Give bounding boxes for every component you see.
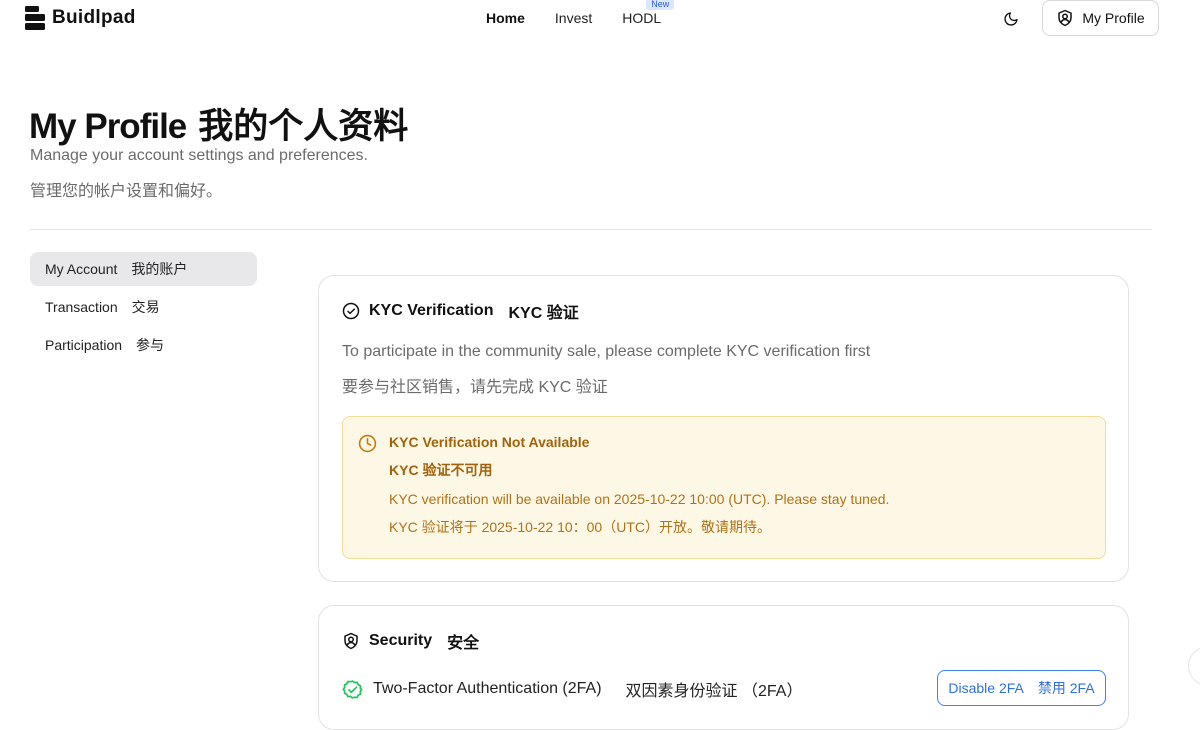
kyc-title-en: KYC Verification (369, 302, 494, 319)
security-card: Security 安全 Two-Factor Authentication (2… (318, 605, 1129, 730)
theme-toggle-button[interactable] (1001, 9, 1021, 29)
kyc-card: KYC Verification KYC 验证 To participate i… (318, 275, 1129, 582)
top-navigation-bar: Buidlpad Home Invest HODL New My Profile (0, 0, 1200, 36)
notice-title-en: KYC Verification Not Available (389, 434, 590, 450)
sidebar-item-participation[interactable]: Participation 参与 (30, 328, 257, 362)
main-nav: Home Invest HODL New (486, 0, 675, 26)
check-badge-icon (342, 302, 360, 320)
page-subtitle-zh: 管理您的帐户设置和偏好。 (30, 183, 223, 200)
page-subtitle-en: Manage your account settings and prefere… (30, 147, 368, 164)
page-title: My Profile 我的个人资料 (29, 98, 408, 149)
security-title-zh: 安全 (447, 635, 480, 652)
notice-body-zh: KYC 验证将于 2025-10-22 10：00（UTC）开放。敬请期待。 (389, 519, 771, 535)
sidebar-item-label-en: Transaction (45, 299, 118, 315)
notice-title-zh: KYC 验证不可用 (389, 462, 493, 478)
sidebar-item-label-zh: 交易 (131, 299, 160, 315)
page-title-en: My Profile (29, 107, 187, 146)
page-title-zh: 我的个人资料 (198, 107, 409, 146)
floating-action-button[interactable] (1188, 646, 1200, 686)
header-divider (30, 229, 1152, 230)
clock-icon (358, 434, 377, 453)
logo-text: Buidlpad (52, 7, 136, 28)
disable-2fa-button[interactable]: Disable 2FA 禁用 2FA (937, 670, 1106, 706)
sidebar-item-transaction[interactable]: Transaction 交易 (30, 290, 257, 324)
logo[interactable]: Buidlpad (24, 5, 136, 31)
twofa-label-en: Two-Factor Authentication (2FA) (373, 680, 602, 697)
notice-body-en: KYC verification will be available on 20… (389, 491, 890, 507)
sidebar-item-label-zh: 参与 (136, 337, 165, 353)
sidebar-item-label-zh: 我的账户 (131, 261, 188, 277)
security-title-en: Security (369, 632, 433, 649)
nav-hodl-label: HODL (622, 10, 662, 26)
my-profile-label: My Profile (1082, 10, 1145, 26)
nav-invest[interactable]: Invest (555, 10, 592, 26)
new-badge: New (646, 0, 675, 10)
sidebar-item-my-account[interactable]: My Account 我的账户 (30, 252, 257, 286)
user-shield-icon (1058, 9, 1073, 27)
buidlpad-logo-icon (25, 6, 45, 30)
twofa-row: Two-Factor Authentication (2FA) 双因素身份验证 … (342, 677, 802, 701)
kyc-unavailable-notice: KYC Verification Not Available KYC 验证不可用… (342, 416, 1106, 559)
disable-2fa-label-zh: 禁用 2FA (1037, 680, 1095, 696)
security-card-title: Security 安全 (342, 629, 479, 653)
sidebar-item-label-en: Participation (45, 337, 123, 353)
my-profile-button[interactable]: My Profile (1042, 0, 1159, 36)
nav-hodl[interactable]: HODL New (622, 0, 675, 26)
kyc-title-zh: KYC 验证 (508, 305, 579, 322)
shield-icon (344, 632, 358, 650)
kyc-description-en: To participate in the community sale, pl… (342, 343, 871, 360)
nav-home[interactable]: Home (486, 10, 525, 26)
twofa-label-zh: 双因素身份验证 （2FA） (625, 683, 803, 700)
sidebar-item-label-en: My Account (45, 261, 118, 277)
moon-icon (1004, 12, 1018, 26)
kyc-card-title: KYC Verification KYC 验证 (342, 299, 579, 323)
check-circle-icon (342, 679, 363, 699)
profile-sidebar: My Account 我的账户 Transaction 交易 Participa… (30, 252, 257, 366)
kyc-description-zh: 要参与社区销售，请先完成 KYC 验证 (342, 379, 608, 396)
disable-2fa-label-en: Disable 2FA (948, 680, 1024, 696)
